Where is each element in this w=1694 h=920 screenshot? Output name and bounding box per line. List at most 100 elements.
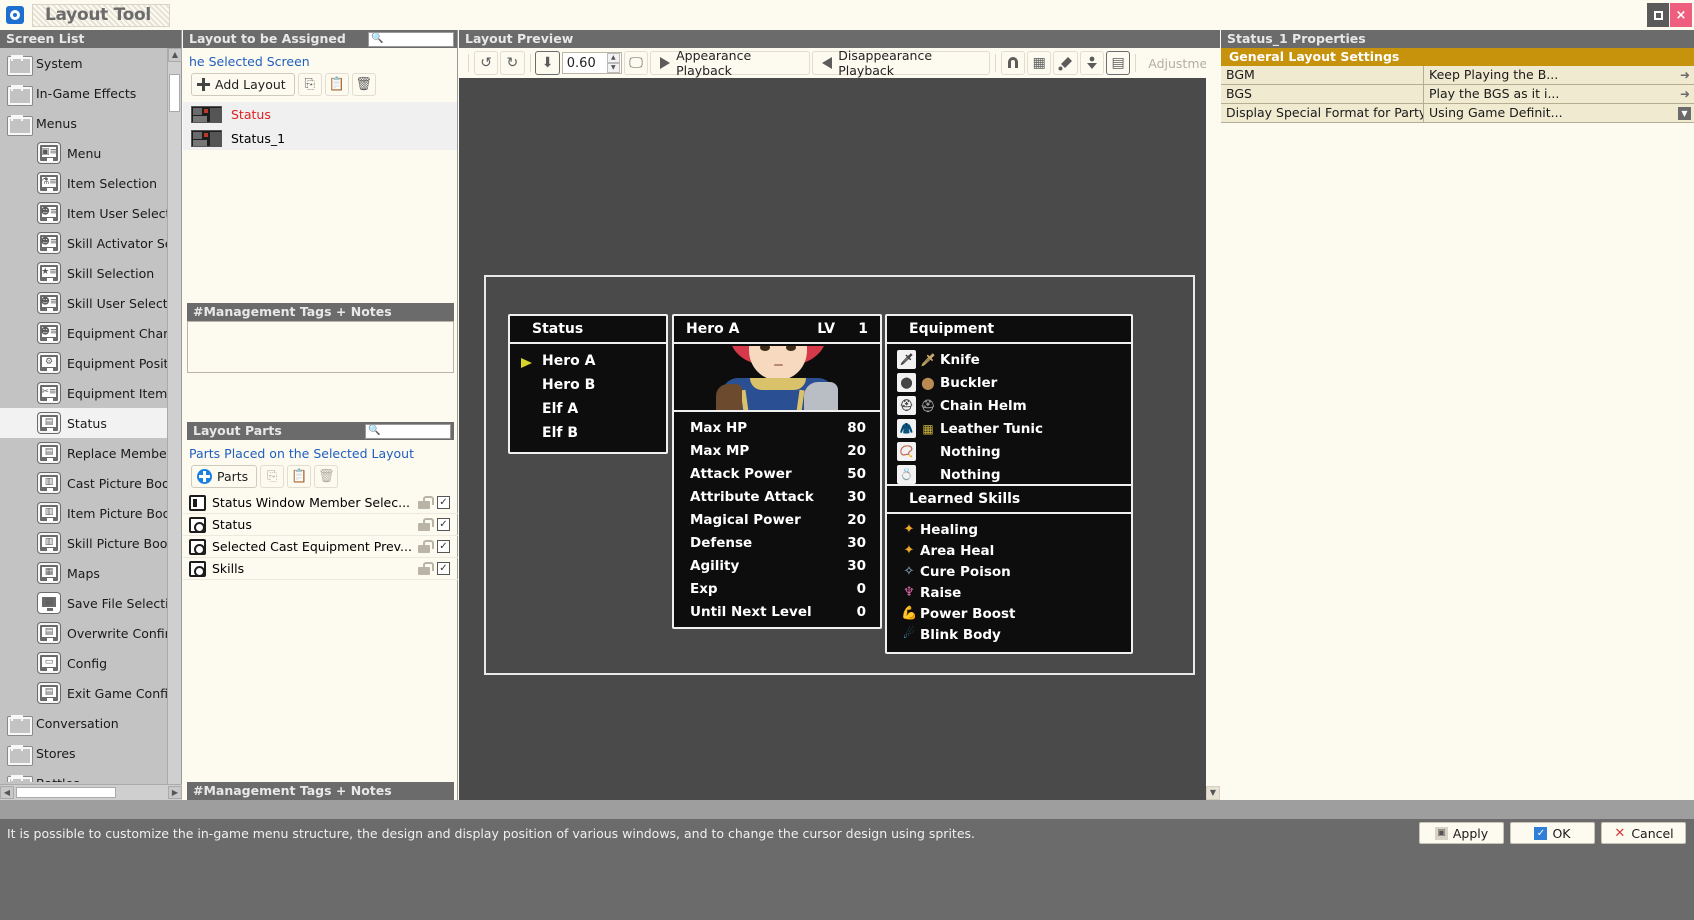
- sidebar-item-skill-activator-sele[interactable]: ☻≡Skill Activator Sele: [0, 228, 168, 258]
- sidebar-item-skill-picture-book[interactable]: ▥Skill Picture Book: [0, 528, 168, 558]
- equipment-row[interactable]: ⬤⬤Buckler: [887, 371, 1131, 394]
- skill-row[interactable]: 💪Power Boost: [887, 603, 1131, 624]
- visibility-checkbox[interactable]: ✓: [437, 518, 450, 531]
- screen-list-vscrollbar[interactable]: ▲ ▼: [167, 48, 181, 800]
- arrow-right-icon[interactable]: ➜: [1680, 66, 1694, 84]
- sidebar-item-replace-members[interactable]: ▤Replace Members: [0, 438, 168, 468]
- ok-button[interactable]: ✓ OK: [1510, 822, 1595, 844]
- sidebar-item-item-picture-book[interactable]: ▥Item Picture Book: [0, 498, 168, 528]
- add-parts-button[interactable]: Parts: [191, 465, 257, 488]
- sidebar-item-skill-user-selection[interactable]: ☻≡Skill User Selection: [0, 288, 168, 318]
- sidebar-item-menus[interactable]: Menus: [0, 108, 168, 138]
- sidebar-item-exit-game-confirm[interactable]: ▤Exit Game Confirm: [0, 678, 168, 708]
- property-row[interactable]: Display Special Format for PartyUsing Ga…: [1221, 104, 1694, 123]
- paste-layout-button[interactable]: 📋: [325, 73, 349, 96]
- sidebar-item-item-user-selectio[interactable]: ☻≡Item User Selectio: [0, 198, 168, 228]
- assign-notes-box[interactable]: [187, 321, 454, 373]
- stats-window[interactable]: Max HP80Max MP20Attack Power50Attribute …: [672, 410, 882, 629]
- paste-part-button[interactable]: 📋: [287, 465, 311, 488]
- visibility-checkbox[interactable]: ✓: [437, 496, 450, 509]
- skill-row[interactable]: ♆Raise: [887, 582, 1131, 603]
- property-row[interactable]: BGSPlay the BGS as it i...➜: [1221, 85, 1694, 104]
- character-name-window[interactable]: Hero A LV 1: [672, 314, 882, 412]
- equipment-row[interactable]: 🧥▦Leather Tunic: [887, 417, 1131, 440]
- equipment-row[interactable]: 💍Nothing: [887, 463, 1131, 486]
- hscroll-left-icon[interactable]: ◀: [0, 786, 14, 799]
- part-list-item[interactable]: Skills✓: [183, 558, 458, 580]
- zoom-up-icon[interactable]: ▲: [607, 53, 620, 63]
- sidebar-item-save-file-selection[interactable]: ▤Save File Selection: [0, 588, 168, 618]
- maximize-button[interactable]: [1647, 3, 1669, 27]
- equipment-row[interactable]: 📿Nothing: [887, 440, 1131, 463]
- sidebar-item-maps[interactable]: ▦Maps: [0, 558, 168, 588]
- sidebar-item-menu[interactable]: ▣≡Menu: [0, 138, 168, 168]
- screen-list-hscrollbar[interactable]: ◀ ▶: [0, 784, 182, 800]
- sidebar-item-equipment-position[interactable]: ⚙Equipment Position: [0, 348, 168, 378]
- skills-window[interactable]: Learned Skills ✦Healing✦Area Heal✧Cure P…: [885, 484, 1133, 654]
- fit-to-screen-button[interactable]: ⬇: [535, 51, 559, 75]
- layout-list-item[interactable]: Status_1: [183, 126, 457, 150]
- zoom-down-icon[interactable]: ▼: [607, 63, 620, 73]
- chevron-down-icon[interactable]: ▼: [1678, 107, 1691, 120]
- sidebar-item-in-game-effects[interactable]: In-Game Effects: [0, 78, 168, 108]
- sidebar-item-equipment-change[interactable]: ☻≡Equipment Change: [0, 318, 168, 348]
- part-list-item[interactable]: Status✓: [183, 514, 458, 536]
- apply-button[interactable]: ▣ Apply: [1419, 822, 1504, 844]
- zoom-stepper[interactable]: ▲▼: [607, 53, 620, 73]
- property-value-cell[interactable]: Play the BGS as it i...➜: [1424, 85, 1694, 104]
- part-list-item[interactable]: Status Window Member Selec...✓: [183, 492, 458, 514]
- member-list-item[interactable]: Elf A: [510, 397, 666, 421]
- sidebar-item-config[interactable]: ▭Config: [0, 648, 168, 678]
- layout-assign-search[interactable]: 🔍: [368, 32, 454, 47]
- status-member-window[interactable]: Status Hero AHero BElf AElf B: [508, 314, 668, 454]
- zoom-value[interactable]: 0.60: [563, 56, 607, 71]
- zoom-field[interactable]: 0.60 ▲▼: [562, 52, 622, 74]
- layout-parts-search[interactable]: 🔍: [365, 424, 451, 439]
- panels-button[interactable]: ▤: [1106, 51, 1130, 75]
- member-list-item[interactable]: Elf B: [510, 421, 666, 445]
- equipment-window[interactable]: Equipment 🗡🗡Knife⬤⬤Buckler⛑⛑Chain Helm🧥▦…: [885, 314, 1133, 493]
- pen-button[interactable]: [1053, 51, 1077, 75]
- sidebar-item-stores[interactable]: Stores: [0, 738, 168, 768]
- member-list-item[interactable]: Hero B: [510, 373, 666, 397]
- property-value-cell[interactable]: Using Game Definit...▼: [1424, 104, 1694, 123]
- preview-vscrollbar[interactable]: ▼: [1206, 48, 1220, 800]
- copy-part-button[interactable]: ⎘: [260, 465, 284, 488]
- lock-icon[interactable]: [418, 518, 431, 531]
- delete-layout-button[interactable]: 🗑: [352, 73, 376, 96]
- sidebar-item-item-selection[interactable]: ⚗≡Item Selection: [0, 168, 168, 198]
- equipment-row[interactable]: 🗡🗡Knife: [887, 348, 1131, 371]
- lock-icon[interactable]: [418, 562, 431, 575]
- appearance-playback-button[interactable]: Appearance Playback: [650, 51, 810, 75]
- sidebar-item-system[interactable]: System: [0, 48, 168, 78]
- preview-canvas[interactable]: Status Hero AHero BElf AElf B Hero A LV …: [459, 78, 1206, 800]
- sidebar-item-conversation[interactable]: Conversation: [0, 708, 168, 738]
- hscroll-right-icon[interactable]: ▶: [168, 786, 182, 799]
- sidebar-item-cast-picture-book[interactable]: ▥Cast Picture Book: [0, 468, 168, 498]
- skill-row[interactable]: ✦Area Heal: [887, 540, 1131, 561]
- sidebar-item-battles[interactable]: Battles: [0, 768, 168, 782]
- anchor-button[interactable]: [1080, 51, 1104, 75]
- sidebar-item-overwrite-confirm[interactable]: ▤Overwrite Confirm: [0, 618, 168, 648]
- skill-row[interactable]: ☄Blink Body: [887, 624, 1131, 645]
- member-list-item[interactable]: Hero A: [510, 349, 666, 373]
- undo-button[interactable]: ↺: [474, 51, 498, 75]
- property-row[interactable]: BGMKeep Playing the B...➜: [1221, 66, 1694, 85]
- scroll-up-icon[interactable]: ▲: [168, 48, 182, 62]
- redo-button[interactable]: ↻: [500, 51, 524, 75]
- visibility-checkbox[interactable]: ✓: [437, 562, 450, 575]
- hscroll-thumb[interactable]: [16, 787, 116, 798]
- display-mode-button[interactable]: 🖵: [624, 51, 648, 75]
- delete-part-button[interactable]: 🗑: [314, 465, 338, 488]
- close-button[interactable]: ×: [1670, 3, 1692, 27]
- disappearance-playback-button[interactable]: Disappearance Playback: [812, 51, 990, 75]
- skill-row[interactable]: ✦Healing: [887, 519, 1131, 540]
- visibility-checkbox[interactable]: ✓: [437, 540, 450, 553]
- layout-list-item[interactable]: Status: [183, 102, 457, 126]
- sidebar-item-skill-selection[interactable]: ★≡Skill Selection: [0, 258, 168, 288]
- copy-layout-button[interactable]: ⎘: [298, 73, 322, 96]
- scroll-thumb[interactable]: [169, 74, 180, 112]
- sidebar-item-equipment-item-s[interactable]: ✂≡Equipment Item S: [0, 378, 168, 408]
- skill-row[interactable]: ✧Cure Poison: [887, 561, 1131, 582]
- sidebar-item-status[interactable]: ▤Status: [0, 408, 168, 438]
